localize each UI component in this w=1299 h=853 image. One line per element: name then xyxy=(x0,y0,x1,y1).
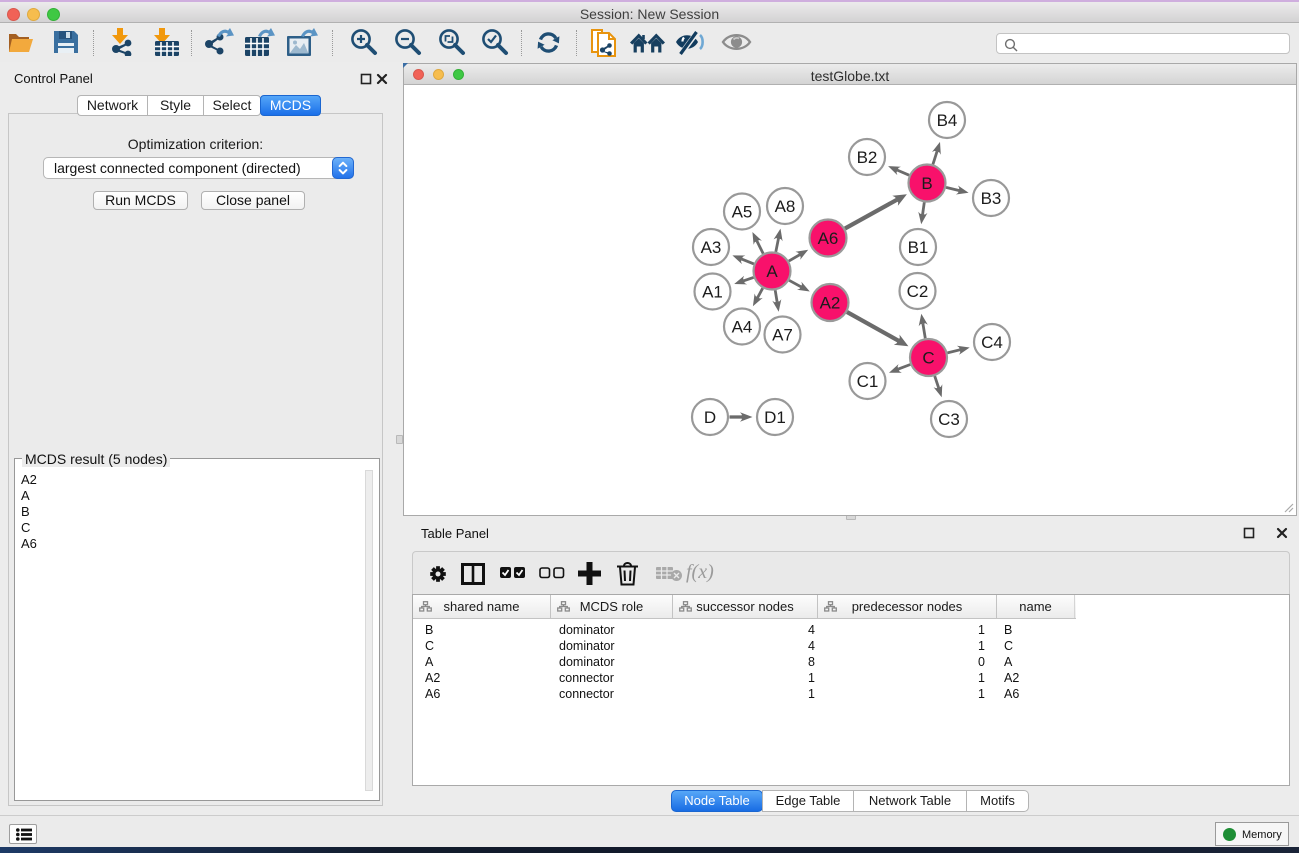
svg-text:B3: B3 xyxy=(981,189,1002,208)
svg-text:A3: A3 xyxy=(701,238,722,257)
svg-text:C2: C2 xyxy=(907,282,929,301)
svg-text:A7: A7 xyxy=(772,326,793,345)
svg-text:C4: C4 xyxy=(981,333,1003,352)
svg-text:B4: B4 xyxy=(937,111,958,130)
svg-text:A8: A8 xyxy=(775,197,796,216)
svg-text:C1: C1 xyxy=(857,372,879,391)
svg-text:A5: A5 xyxy=(732,203,753,222)
svg-text:A: A xyxy=(766,262,778,281)
svg-text:A6: A6 xyxy=(818,229,839,248)
svg-text:A4: A4 xyxy=(732,318,753,337)
svg-text:C: C xyxy=(922,349,934,368)
svg-text:D1: D1 xyxy=(764,408,786,427)
svg-text:B2: B2 xyxy=(857,148,878,167)
svg-text:B: B xyxy=(921,174,932,193)
svg-text:B1: B1 xyxy=(908,238,929,257)
svg-text:D: D xyxy=(704,408,716,427)
svg-text:C3: C3 xyxy=(938,410,960,429)
svg-text:A2: A2 xyxy=(820,294,841,313)
svg-text:A1: A1 xyxy=(702,283,723,302)
